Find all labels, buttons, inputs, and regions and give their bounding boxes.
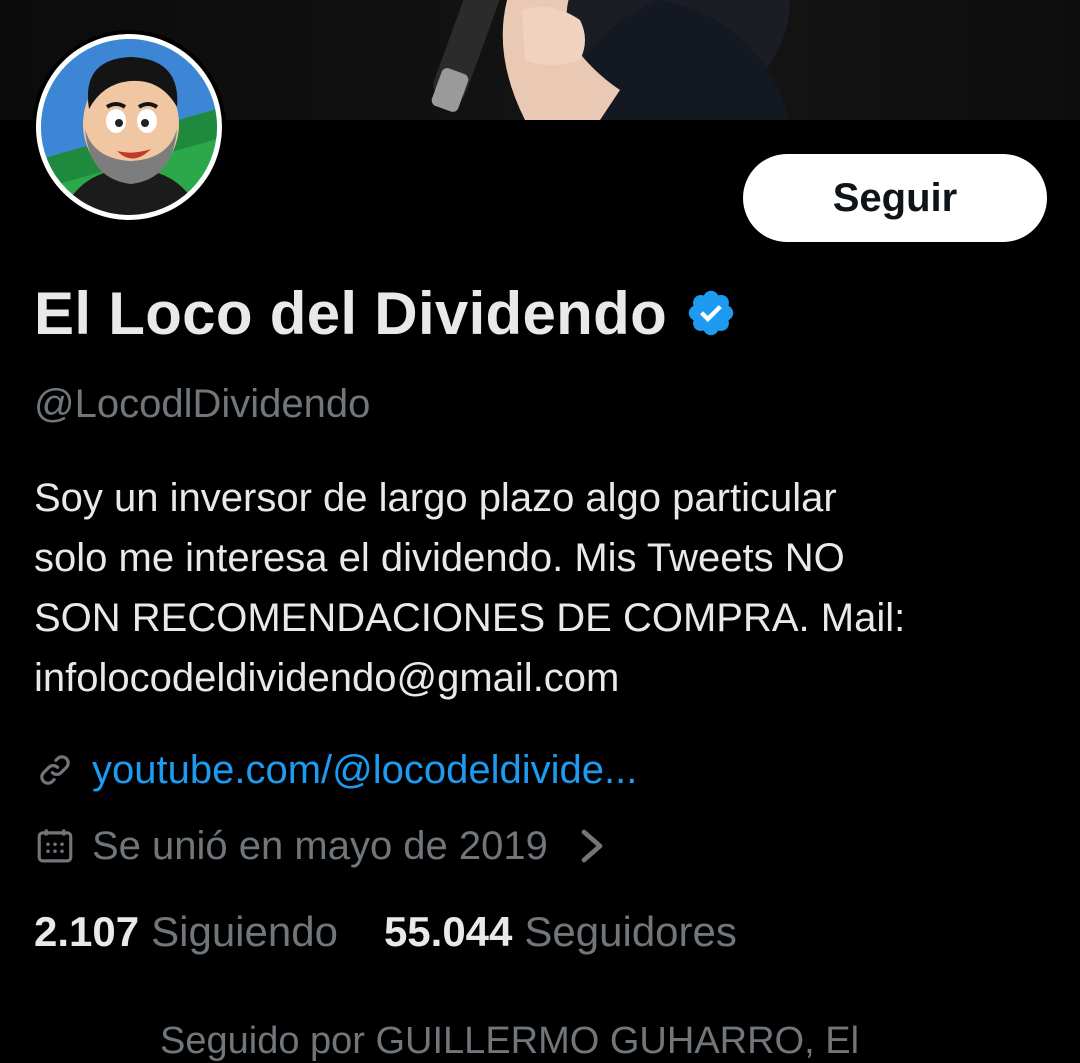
link-icon — [40, 755, 70, 785]
profile-website-link[interactable]: youtube.com/@locodeldivide... — [92, 748, 637, 793]
profile-joined-row[interactable]: Se unió en mayo de 2019 — [34, 820, 606, 872]
following-count: 2.107 — [34, 908, 140, 955]
followed-by-text[interactable]: Seguido por GUILLERMO GUHARRO, El — [160, 1020, 859, 1063]
banner-photo — [431, 0, 790, 120]
following-stat[interactable]: 2.107 Siguiendo — [34, 908, 338, 956]
followers-count: 55.044 — [383, 908, 513, 955]
followers-label: Seguidores — [524, 908, 737, 955]
calendar-icon — [37, 829, 73, 863]
display-name: El Loco del Dividendo — [34, 279, 668, 347]
profile-website-row[interactable]: youtube.com/@locodeldivide... — [34, 744, 637, 796]
profile-avatar[interactable] — [32, 30, 226, 224]
profile-name-row: El Loco del Dividendo — [34, 276, 737, 350]
bio-line: SON RECOMENDACIONES DE COMPRA. Mail: — [34, 596, 906, 640]
follow-button[interactable]: Seguir — [743, 154, 1047, 242]
chevron-right-icon[interactable] — [578, 826, 606, 866]
bio-email: infolocodeldividendo@gmail.com — [34, 656, 620, 700]
profile-stats: 2.107 Siguiendo 55.044 Seguidores — [34, 908, 737, 956]
verified-badge-icon[interactable] — [685, 287, 737, 339]
profile-bio: Soy un inversor de largo plazo algo part… — [34, 468, 1054, 708]
followers-stat[interactable]: 55.044 Seguidores — [384, 908, 737, 956]
profile-joined-text: Se unió en mayo de 2019 — [92, 823, 548, 868]
profile-handle: @LocodlDividendo — [34, 382, 371, 426]
bio-line: Soy un inversor de largo plazo algo part… — [34, 476, 837, 520]
following-label: Siguiendo — [151, 908, 338, 955]
avatar-cartoon-icon — [41, 39, 217, 215]
bio-line: solo me interesa el dividendo. Mis Tweet… — [34, 536, 845, 580]
